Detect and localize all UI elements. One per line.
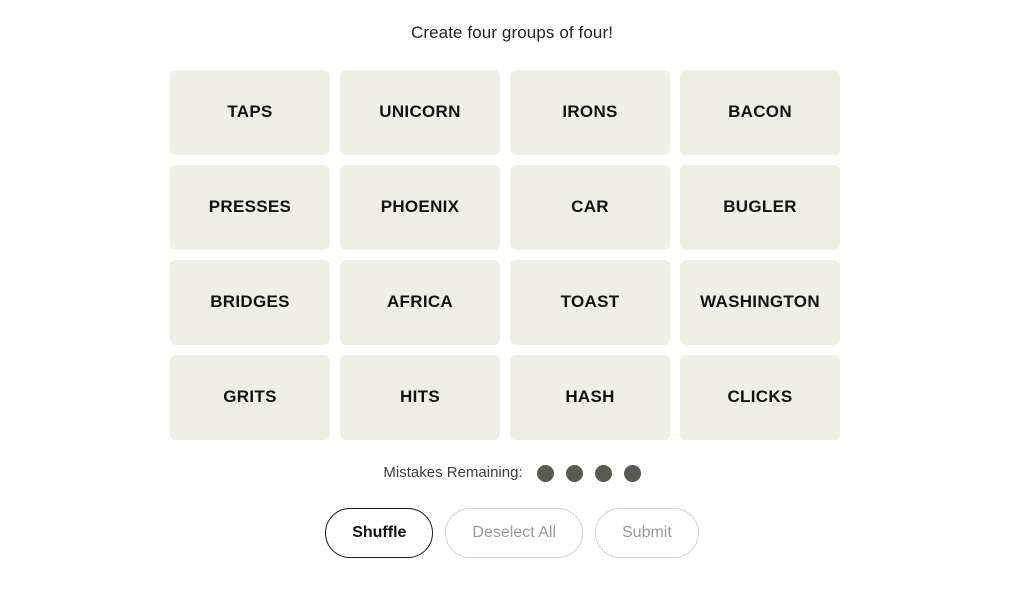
word-tile-label: BACON [728,102,792,122]
deselect-all-button[interactable]: Deselect All [445,508,583,558]
mistakes-remaining: Mistakes Remaining: [0,462,1024,484]
word-tile-label: BUGLER [723,197,797,217]
word-tile[interactable]: PRESSES [170,165,330,250]
word-tile-label: TAPS [227,102,273,122]
word-tile[interactable]: WASHINGTON [680,260,840,345]
word-tile[interactable]: HITS [340,355,500,440]
mistakes-remaining-label: Mistakes Remaining: [383,464,523,481]
word-tile[interactable]: BACON [680,70,840,155]
mistake-dot-icon [565,464,583,482]
mistake-dot-icon [623,464,641,482]
shuffle-button[interactable]: Shuffle [325,508,434,558]
word-tile-label: HITS [400,387,440,407]
page-title: Create four groups of four! [410,23,614,42]
word-tile[interactable]: CLICKS [680,355,840,440]
word-tile-label: PHOENIX [380,197,460,217]
word-tile-label: UNICORN [379,102,461,122]
word-tile-label: BRIDGES [210,292,290,312]
word-tile[interactable]: TAPS [170,70,330,155]
word-tile-label: WASHINGTON [700,292,820,312]
submit-button[interactable]: Submit [595,508,699,558]
word-tile[interactable]: AFRICA [340,260,500,345]
word-tile[interactable]: HASH [510,355,670,440]
mistake-dot-list [536,464,641,482]
word-tile-label: PRESSES [208,197,292,217]
mistake-dot-icon [536,464,554,482]
word-tile-label: TOAST [560,292,620,312]
word-tile-label: IRONS [562,102,618,122]
connections-game: Create four groups of four! TAPS UNICORN… [0,0,1024,600]
word-tile-label: AFRICA [386,292,453,312]
word-tile[interactable]: TOAST [510,260,670,345]
word-tile-label: GRITS [223,387,277,407]
word-tile-label: HASH [565,387,615,407]
word-tile-label: CAR [571,197,609,217]
game-controls: Shuffle Deselect All Submit [0,508,1024,558]
word-tile[interactable]: CAR [510,165,670,250]
word-tile-label: CLICKS [727,387,793,407]
word-tile[interactable]: BUGLER [680,165,840,250]
word-tile-grid: TAPS UNICORN IRONS BACON PRESSES PHOENIX… [170,70,850,440]
mistake-dot-icon [594,464,612,482]
word-tile[interactable]: BRIDGES [170,260,330,345]
word-tile[interactable]: GRITS [170,355,330,440]
word-tile[interactable]: PHOENIX [340,165,500,250]
word-tile[interactable]: UNICORN [340,70,500,155]
word-tile[interactable]: IRONS [510,70,670,155]
